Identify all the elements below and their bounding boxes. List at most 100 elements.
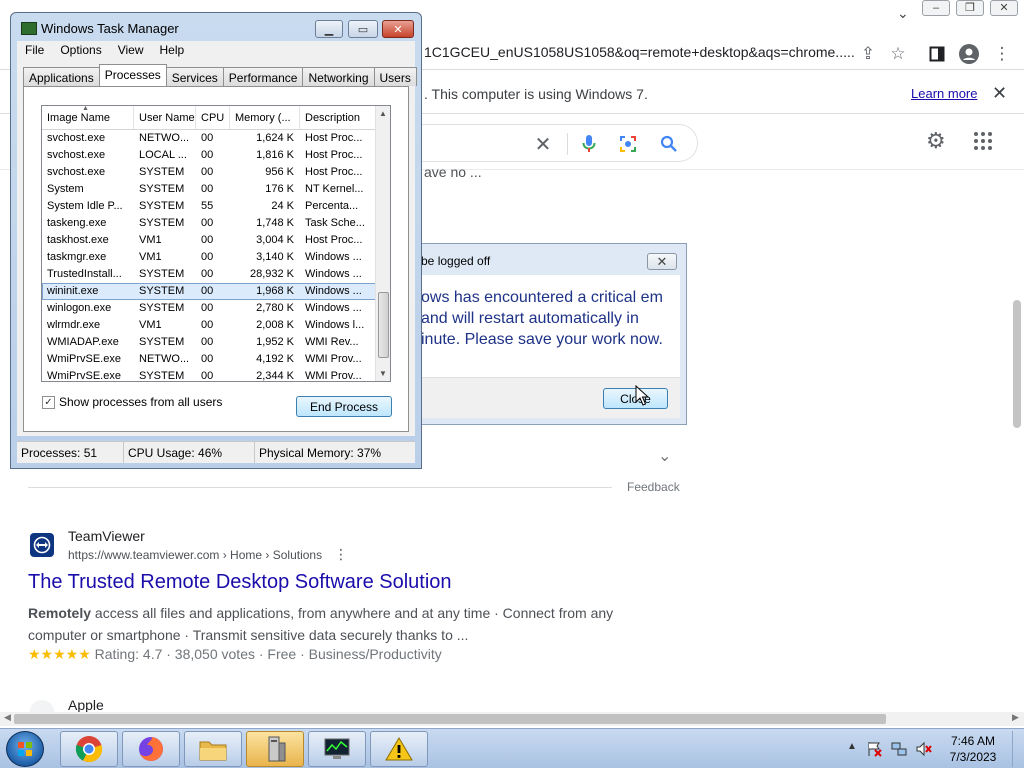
process-scroll-up-icon[interactable]: ▲ bbox=[379, 109, 387, 118]
process-row[interactable]: svchost.exe SYSTEM 00 956 K Host Proc... bbox=[42, 164, 390, 181]
taskbar-explorer-button[interactable] bbox=[184, 731, 242, 767]
tm-close-button[interactable]: ✕ bbox=[382, 20, 414, 38]
taskbar-chrome-button[interactable] bbox=[60, 731, 118, 767]
taskbar-warning-button[interactable] bbox=[370, 731, 428, 767]
end-process-button[interactable]: End Process bbox=[296, 396, 392, 417]
settings-gear-icon[interactable]: ⚙ bbox=[926, 128, 946, 154]
column-cpu[interactable]: CPU bbox=[196, 106, 230, 129]
process-scroll-down-icon[interactable]: ▼ bbox=[379, 369, 387, 378]
page-horizontal-scroll-thumb[interactable] bbox=[14, 714, 886, 724]
network-icon[interactable] bbox=[891, 741, 907, 757]
mouse-cursor-icon bbox=[635, 385, 649, 406]
tab-search-chevron-icon[interactable]: ⌄ bbox=[897, 5, 909, 22]
voice-search-icon[interactable] bbox=[577, 132, 601, 156]
tab-applications[interactable]: Applications bbox=[23, 67, 100, 86]
taskbar-clock[interactable]: 7:46 AM 7/3/2023 bbox=[942, 733, 1004, 765]
tab-services[interactable]: Services bbox=[165, 67, 224, 86]
server-icon bbox=[268, 736, 286, 762]
proc-image-name: wininit.exe bbox=[47, 285, 99, 297]
process-row[interactable]: WmiPrvSE.exe SYSTEM 00 2,344 K WMI Prov... bbox=[42, 368, 390, 381]
process-row[interactable]: taskhost.exe VM1 00 3,004 K Host Proc... bbox=[42, 232, 390, 249]
proc-user-name: NETWO... bbox=[139, 353, 190, 365]
browser-restore-button[interactable]: ❐ bbox=[956, 0, 984, 16]
proc-description: Percenta... bbox=[305, 200, 359, 212]
scroll-left-arrow-icon[interactable]: ◀ bbox=[4, 712, 11, 723]
result-site-url[interactable]: https://www.teamviewer.com › Home › Solu… bbox=[68, 548, 322, 562]
taskbar-remote-app-button[interactable] bbox=[246, 731, 304, 767]
column-description[interactable]: Description bbox=[300, 106, 376, 129]
scroll-right-arrow-icon[interactable]: ▶ bbox=[1012, 712, 1019, 723]
google-search-icon[interactable] bbox=[657, 132, 681, 156]
process-row[interactable]: System SYSTEM 00 176 K NT Kernel... bbox=[42, 181, 390, 198]
tm-maximize-button[interactable]: ▭ bbox=[348, 20, 378, 38]
browser-close-button[interactable]: ✕ bbox=[990, 0, 1018, 16]
clear-search-icon[interactable]: ✕ bbox=[531, 132, 555, 156]
result-title-link[interactable]: The Trusted Remote Desktop Software Solu… bbox=[28, 571, 452, 594]
taskbar-firefox-button[interactable] bbox=[122, 731, 180, 767]
lens-search-icon[interactable] bbox=[616, 132, 640, 156]
process-row[interactable]: taskeng.exe SYSTEM 00 1,748 K Task Sche... bbox=[42, 215, 390, 232]
process-row[interactable]: System Idle P... SYSTEM 55 24 K Percenta... bbox=[42, 198, 390, 215]
address-bar-url[interactable]: 1C1GCEU_enUS1058US1058&oq=remote+desktop… bbox=[424, 44, 855, 60]
process-row[interactable]: winlogon.exe SYSTEM 00 2,780 K Windows ... bbox=[42, 300, 390, 317]
process-row[interactable]: svchost.exe LOCAL ... 00 1,816 K Host Proc..… bbox=[42, 147, 390, 164]
next-result-site-name[interactable]: Apple bbox=[68, 697, 104, 713]
process-row[interactable]: svchost.exe NETWO... 00 1,624 K Host Proc... bbox=[42, 130, 390, 147]
side-panel-icon[interactable] bbox=[926, 43, 948, 65]
menu-help[interactable]: Help bbox=[152, 41, 193, 61]
bookmark-star-icon[interactable]: ☆ bbox=[887, 43, 909, 65]
process-row[interactable]: WmiPrvSE.exe NETWO... 00 4,192 K WMI Prov... bbox=[42, 351, 390, 368]
show-all-processes-option[interactable]: ✓ Show processes from all users bbox=[42, 395, 222, 409]
action-center-flag-icon[interactable] bbox=[866, 741, 882, 757]
column-memory[interactable]: Memory (... bbox=[230, 106, 300, 129]
show-all-processes-checkbox[interactable]: ✓ bbox=[42, 395, 55, 409]
feedback-link[interactable]: Feedback bbox=[627, 480, 680, 494]
clock-time: 7:46 AM bbox=[950, 734, 996, 748]
column-image-name[interactable]: ▲ Image Name bbox=[42, 106, 134, 129]
logoff-dialog-close-icon[interactable]: ✕ bbox=[647, 253, 677, 270]
process-row[interactable]: taskmgr.exe VM1 00 3,140 K Windows ... bbox=[42, 249, 390, 266]
process-row[interactable]: wlrmdr.exe VM1 00 2,008 K Windows l... bbox=[42, 317, 390, 334]
tab-performance[interactable]: Performance bbox=[222, 67, 304, 86]
menu-file[interactable]: File bbox=[17, 41, 52, 61]
proc-cpu: 00 bbox=[201, 149, 214, 161]
browser-menu-icon[interactable]: ⋮ bbox=[991, 43, 1013, 65]
column-user-name[interactable]: User Name bbox=[134, 106, 196, 129]
browser-minimize-button[interactable]: – bbox=[922, 0, 950, 16]
result-desc-bold: Remotely bbox=[28, 605, 92, 621]
process-row[interactable]: wininit.exe SYSTEM 00 1,968 K Windows ... bbox=[42, 283, 390, 300]
process-rows: svchost.exe NETWO... 00 1,624 K Host Proc...… bbox=[42, 130, 390, 381]
result-site-name[interactable]: TeamViewer bbox=[68, 528, 145, 544]
process-list-scrollbar[interactable]: ▲ ▼ bbox=[375, 106, 390, 381]
start-button[interactable] bbox=[6, 731, 44, 767]
profile-avatar-icon[interactable] bbox=[958, 43, 980, 65]
infobar-close-icon[interactable]: ✕ bbox=[992, 83, 1007, 104]
section-divider bbox=[28, 487, 612, 488]
proc-cpu: 00 bbox=[201, 166, 214, 178]
show-hidden-icons-icon[interactable]: ▲ bbox=[847, 741, 857, 752]
page-vertical-scrollbar[interactable] bbox=[1010, 172, 1022, 712]
menu-options[interactable]: Options bbox=[52, 41, 109, 61]
process-list[interactable]: ▲ Image Name User Name CPU Memory (... De… bbox=[41, 105, 391, 382]
page-vertical-scroll-thumb[interactable] bbox=[1013, 300, 1021, 428]
page-horizontal-scrollbar[interactable]: ◀ ▶ bbox=[0, 712, 1024, 726]
process-row[interactable]: TrustedInstall... SYSTEM 00 28,932 K Windows… bbox=[42, 266, 390, 283]
taskbar-task-manager-button[interactable] bbox=[308, 731, 366, 767]
apple-favicon-icon bbox=[30, 700, 54, 712]
expand-chevron-icon[interactable]: ⌄ bbox=[658, 446, 671, 466]
volume-muted-icon[interactable] bbox=[916, 741, 932, 757]
tab-processes[interactable]: Processes bbox=[98, 64, 167, 86]
result-more-options-icon[interactable]: ⋮ bbox=[334, 546, 348, 563]
process-scroll-thumb[interactable] bbox=[378, 292, 389, 358]
share-icon[interactable]: ⇪ bbox=[857, 43, 879, 65]
tm-minimize-button[interactable]: ▁ bbox=[315, 20, 343, 38]
proc-image-name: wlrmdr.exe bbox=[47, 319, 101, 331]
tab-users[interactable]: Users bbox=[373, 67, 417, 86]
result-description: Remotely access all files and applicatio… bbox=[28, 602, 628, 646]
google-apps-icon[interactable] bbox=[974, 132, 992, 150]
learn-more-link[interactable]: Learn more bbox=[911, 86, 977, 101]
menu-view[interactable]: View bbox=[110, 41, 152, 61]
process-row[interactable]: WMIADAP.exe SYSTEM 00 1,952 K WMI Rev... bbox=[42, 334, 390, 351]
tab-networking[interactable]: Networking bbox=[302, 67, 375, 86]
show-desktop-button[interactable] bbox=[1012, 731, 1024, 767]
